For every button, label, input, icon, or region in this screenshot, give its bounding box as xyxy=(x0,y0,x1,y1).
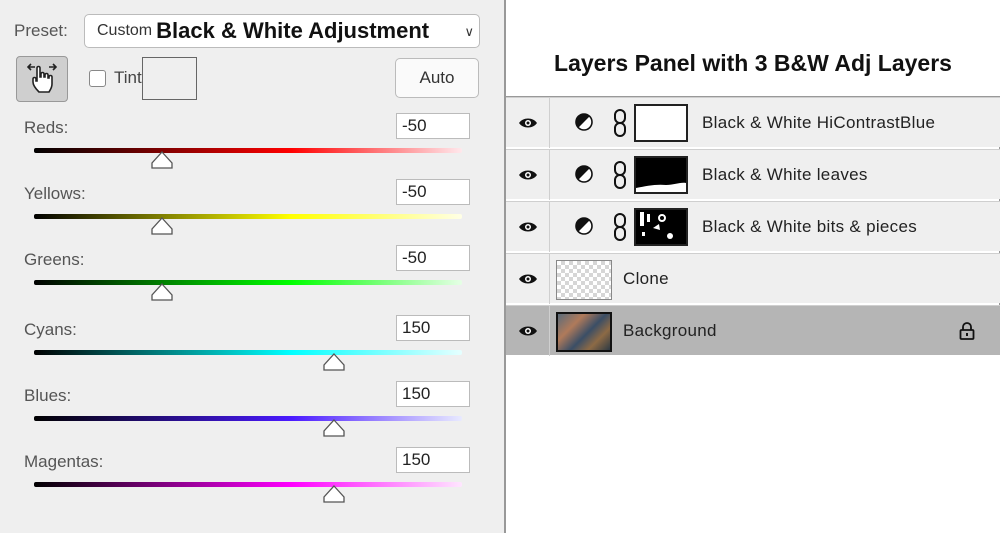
slider-magentas: Magentas: 150 xyxy=(24,447,474,518)
slider-yellows: Yellows: -50 xyxy=(24,179,474,250)
visibility-toggle[interactable] xyxy=(506,150,550,200)
bits-mask-shape xyxy=(640,212,673,239)
chevron-down-icon: ∨ xyxy=(464,24,474,40)
lock-icon[interactable] xyxy=(958,321,976,341)
preset-overlay-title: Black & White Adjustment xyxy=(156,18,430,43)
slider-cyans: Cyans: 150 xyxy=(24,315,474,386)
slider-label: Reds: xyxy=(24,118,69,137)
tint-checkbox[interactable] xyxy=(89,70,106,87)
slider-label: Yellows: xyxy=(24,184,86,203)
slider-track[interactable] xyxy=(34,416,462,421)
layer-mask-thumbnail[interactable] xyxy=(634,208,688,246)
slider-greens: Greens: -50 xyxy=(24,245,474,316)
layer-name: Black & White leaves xyxy=(702,165,868,184)
slider-track[interactable] xyxy=(34,214,462,219)
layer-name: Clone xyxy=(623,269,669,288)
leaves-mask-shape xyxy=(636,182,686,192)
slider-value-input[interactable]: -50 xyxy=(396,113,470,139)
slider-value-input[interactable]: 150 xyxy=(396,315,470,341)
slider-thumb[interactable] xyxy=(322,353,345,371)
preset-label: Preset: xyxy=(14,21,68,40)
layer-name: Black & White HiContrastBlue xyxy=(702,113,936,132)
slider-blues: Blues: 150 xyxy=(24,381,474,452)
chain-link-icon xyxy=(614,213,626,241)
slider-label: Magentas: xyxy=(24,452,104,471)
visibility-toggle[interactable] xyxy=(506,306,550,356)
tint-label: Tint xyxy=(114,68,142,87)
layer-row-clone[interactable]: Clone xyxy=(506,253,1000,304)
eye-icon xyxy=(518,326,537,336)
auto-button[interactable]: Auto xyxy=(395,58,479,98)
chain-link-icon xyxy=(614,109,626,137)
slider-value-input[interactable]: 150 xyxy=(396,447,470,473)
slider-label: Greens: xyxy=(24,250,85,269)
slider-thumb[interactable] xyxy=(151,151,174,169)
chain-link-icon xyxy=(614,161,626,189)
slider-track[interactable] xyxy=(34,280,462,285)
visibility-toggle[interactable] xyxy=(506,202,550,252)
layer-row-adjustment-1[interactable]: Black & White HiContrastBlue xyxy=(506,97,1000,148)
slider-track[interactable] xyxy=(34,148,462,153)
eye-icon xyxy=(518,274,537,284)
visibility-toggle[interactable] xyxy=(506,254,550,304)
slider-value-input[interactable]: -50 xyxy=(396,179,470,205)
preset-row: Preset: Custom Black & White Adjustment … xyxy=(14,14,480,48)
half-circle-adjustment-icon xyxy=(575,113,593,131)
slider-value-input[interactable]: 150 xyxy=(396,381,470,407)
layer-thumbnail-photo[interactable] xyxy=(556,312,612,352)
slider-thumb[interactable] xyxy=(322,485,345,503)
slider-thumb[interactable] xyxy=(151,217,174,235)
eye-icon xyxy=(518,118,537,128)
layer-name: Black & White bits & pieces xyxy=(702,217,918,236)
slider-reds: Reds: -50 xyxy=(24,113,474,184)
slider-track[interactable] xyxy=(34,350,462,355)
layer-thumbnail-transparent[interactable] xyxy=(556,260,612,300)
layer-row-adjustment-2[interactable]: Black & White leaves xyxy=(506,149,1000,200)
tint-color-swatch[interactable] xyxy=(142,57,197,100)
eye-icon xyxy=(518,222,537,232)
visibility-toggle[interactable] xyxy=(506,98,550,148)
slider-track[interactable] xyxy=(34,482,462,487)
layers-panel-title: Layers Panel with 3 B&W Adj Layers xyxy=(554,50,952,76)
eye-icon xyxy=(518,170,537,180)
black-white-properties-panel: Preset: Custom Black & White Adjustment … xyxy=(0,0,506,533)
layers-panel: Black & White HiContrastBlue Black & Whi… xyxy=(506,96,1000,356)
layer-name: Background xyxy=(623,321,717,340)
layer-row-adjustment-3[interactable]: Black & White bits & pieces xyxy=(506,201,1000,252)
preset-value: Custom xyxy=(97,22,153,39)
layer-mask-thumbnail[interactable] xyxy=(634,156,688,194)
layer-row-background[interactable]: Background xyxy=(506,305,1000,356)
targeted-adjustment-hand-icon xyxy=(27,63,57,93)
half-circle-adjustment-icon xyxy=(575,165,593,183)
targeted-adjustment-hand-button[interactable] xyxy=(16,56,68,102)
slider-label: Blues: xyxy=(24,386,72,405)
layer-mask-thumbnail[interactable] xyxy=(634,104,688,142)
slider-thumb[interactable] xyxy=(322,419,345,437)
preset-dropdown[interactable]: Custom Black & White Adjustment ∨ xyxy=(84,14,480,48)
slider-label: Cyans: xyxy=(24,320,77,339)
slider-value-input[interactable]: -50 xyxy=(396,245,470,271)
slider-thumb[interactable] xyxy=(151,283,174,301)
half-circle-adjustment-icon xyxy=(575,217,593,235)
